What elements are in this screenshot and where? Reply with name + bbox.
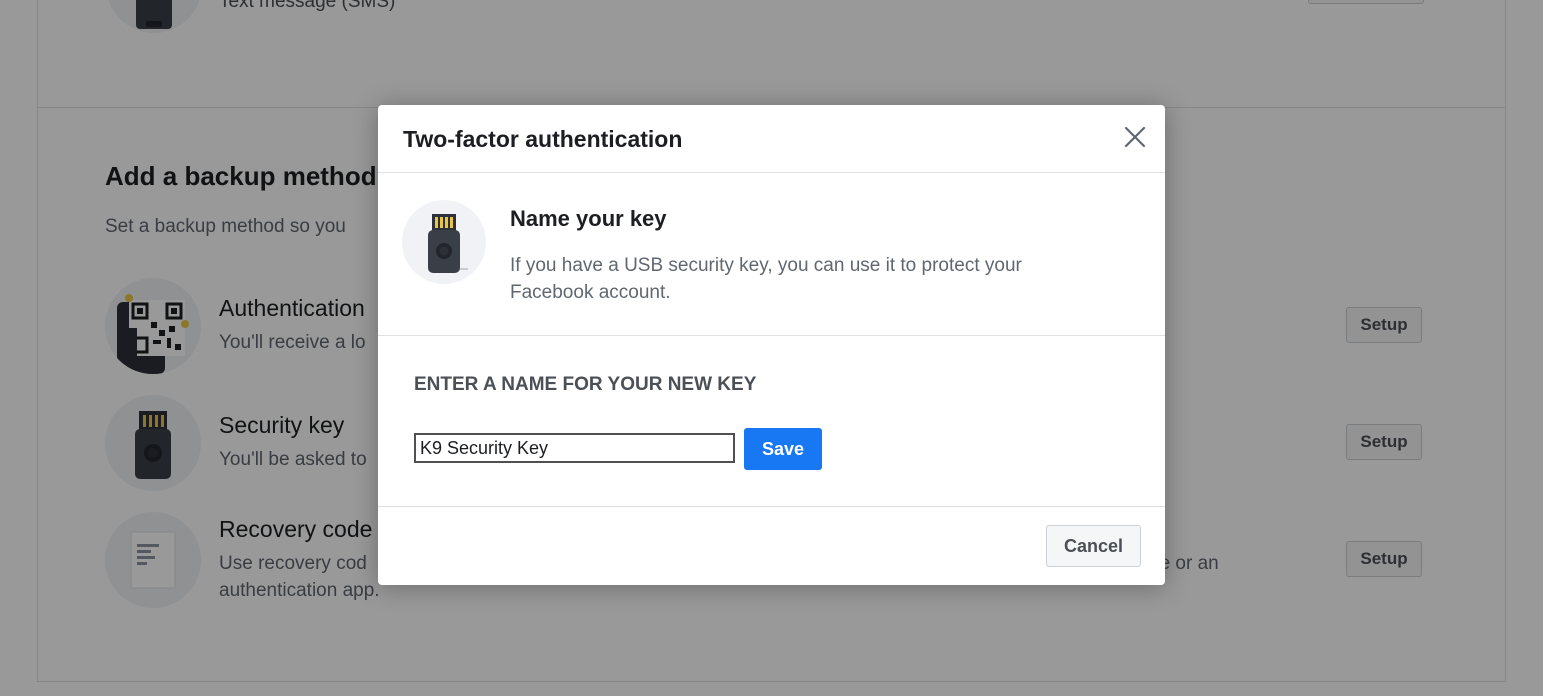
dialog-footer: Cancel	[378, 507, 1165, 585]
key-name-label: ENTER A NAME FOR YOUR NEW KEY	[414, 374, 757, 395]
cancel-button[interactable]: Cancel	[1046, 525, 1141, 567]
dialog-body: ENTER A NAME FOR YOUR NEW KEY Save	[378, 336, 1165, 507]
save-button[interactable]: Save	[744, 428, 822, 470]
two-factor-dialog: Two-factor authentication Name your key	[378, 105, 1165, 585]
dialog-intro: Name your key If you have a USB security…	[378, 173, 1165, 336]
dialog-title: Two-factor authentication	[403, 126, 683, 152]
usb-key-icon	[402, 200, 486, 284]
name-your-key-heading: Name your key	[510, 206, 667, 231]
dialog-header: Two-factor authentication	[378, 105, 1165, 173]
key-name-input[interactable]	[414, 433, 735, 463]
name-your-key-description: If you have a USB security key, you can …	[510, 255, 1022, 303]
close-icon[interactable]	[1122, 124, 1148, 150]
